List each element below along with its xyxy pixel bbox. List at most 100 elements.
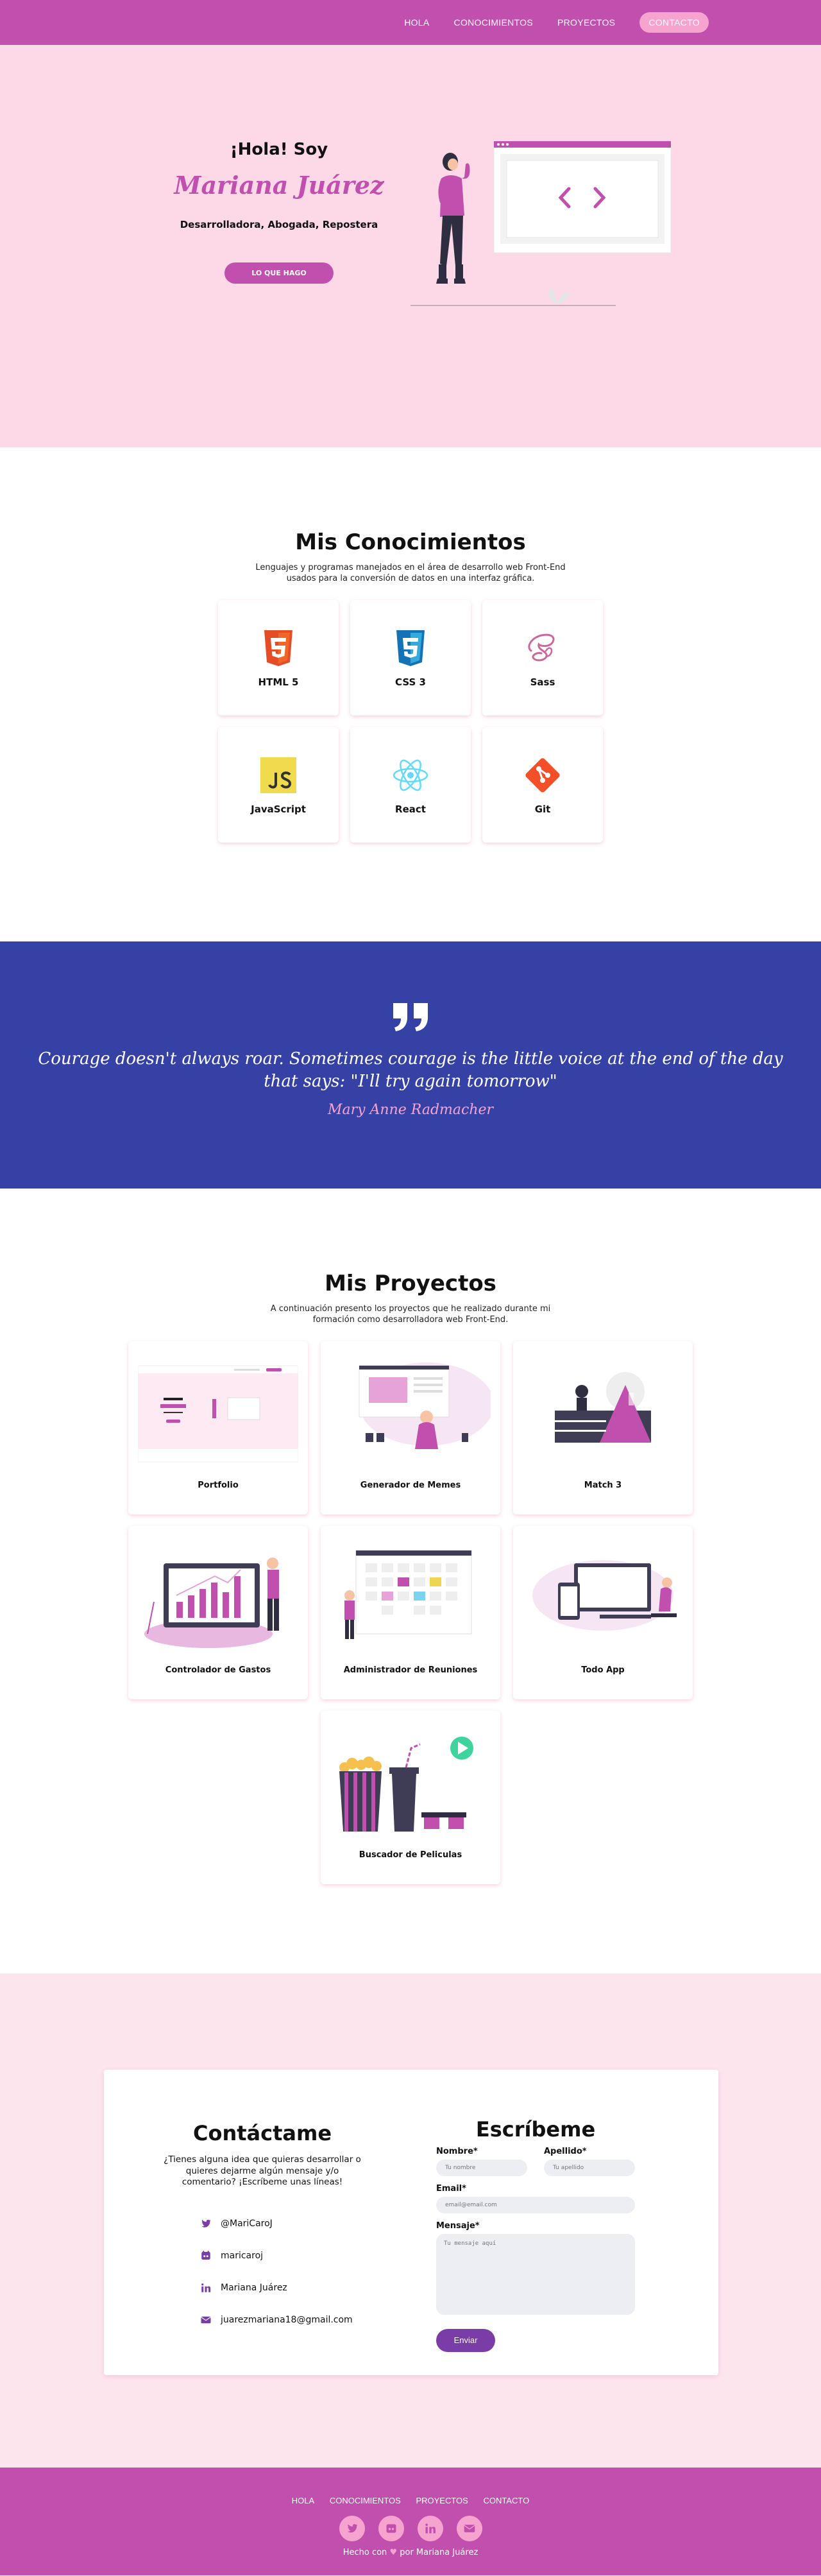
contact-linkedin[interactable]: Mariana Juárez <box>200 2272 362 2304</box>
skills-title: Mis Conocimientos <box>295 529 526 555</box>
sass-icon <box>528 633 555 662</box>
skill-label: CSS 3 <box>395 676 426 688</box>
hero-cta-button[interactable]: LO QUE HAGO <box>224 262 334 284</box>
gastos-thumbnail <box>144 1557 279 1648</box>
projects-section: Mis Proyectos A continuación presento lo… <box>0 1189 821 1973</box>
mail-icon <box>201 2316 211 2323</box>
email-label: Email* <box>436 2184 466 2194</box>
email-input[interactable] <box>436 2197 635 2213</box>
quote-section: Courage doesn't always roar. Sometimes c… <box>0 941 821 1189</box>
project-label: Generador de Memes <box>360 1480 461 1490</box>
footer-link-contacto[interactable]: Contacto <box>483 2496 529 2505</box>
contact-card: Contáctame ¿Tienes alguna idea que quier… <box>104 2070 718 2375</box>
skills-description: Lenguajes y programas manejados en el ár… <box>255 563 566 583</box>
top-navbar: Hola Conocimientos Proyectos Contacto <box>0 0 821 45</box>
footer-github-button[interactable] <box>378 2516 404 2541</box>
heart-icon: ♥ <box>389 2548 398 2557</box>
hero-illustration <box>410 141 672 306</box>
mensaje-label: Mensaje* <box>436 2221 480 2231</box>
peliculas-thumbnail <box>339 1736 473 1832</box>
contact-form: Escríbeme Nombre* Apellido* Email* Mensa… <box>436 2117 635 2352</box>
hero-role: Desarrolladora, Abogada, Repostera <box>180 219 378 230</box>
skill-card-react: React <box>350 726 471 843</box>
hero-greeting: ¡Hola! Soy <box>230 140 328 159</box>
hero-section: ¡Hola! Soy Mariana Juárez Desarrolladora… <box>0 0 821 447</box>
contact-section: Contáctame ¿Tienes alguna idea que quier… <box>0 1973 821 2468</box>
react-icon <box>393 759 428 791</box>
project-card-memes[interactable]: Generador de Memes <box>321 1341 500 1515</box>
github-username: maricaroj <box>221 2250 264 2261</box>
mail-icon <box>463 2525 475 2532</box>
html5-icon <box>264 630 292 666</box>
git-icon <box>525 758 560 793</box>
contact-links: @MariCaroJ maricaroj Mariana Juárez juar… <box>200 2208 362 2336</box>
contact-github[interactable]: maricaroj <box>200 2240 362 2272</box>
projects-grid: Portfolio Generador de Memes Match 3 Con… <box>0 1341 821 1884</box>
todo-thumbnail <box>532 1559 677 1631</box>
project-card-portfolio[interactable]: Portfolio <box>128 1341 308 1515</box>
nav-link-proyectos[interactable]: Proyectos <box>557 17 615 28</box>
footer-twitter-button[interactable] <box>339 2516 365 2541</box>
nav-link-contacto[interactable]: Contacto <box>639 12 709 33</box>
mensaje-textarea[interactable]: Tu mensaje aquí <box>436 2234 635 2315</box>
nombre-label: Nombre* <box>436 2147 478 2156</box>
skill-label: HTML 5 <box>258 676 299 688</box>
project-card-peliculas[interactable]: Buscador de Peliculas <box>321 1710 500 1884</box>
project-label: Buscador de Peliculas <box>359 1850 462 1860</box>
linkedin-icon <box>425 2523 436 2534</box>
nav-link-conocimientos[interactable]: Conocimientos <box>454 17 533 28</box>
footer-mail-button[interactable] <box>456 2516 482 2541</box>
footer-link-hola[interactable]: Hola <box>292 2496 314 2505</box>
skill-label: Git <box>534 803 551 815</box>
contact-email[interactable]: juarezmariana18@gmail.com <box>200 2304 362 2336</box>
twitter-handle: @MariCaroJ <box>221 2218 273 2229</box>
credit-suffix: por Mariana Juárez <box>400 2548 478 2557</box>
project-label: Controlador de Gastos <box>165 1665 271 1675</box>
project-card-todo[interactable]: Todo App <box>513 1525 693 1699</box>
footer-linkedin-button[interactable] <box>417 2516 443 2541</box>
github-icon <box>386 2524 396 2533</box>
skill-card-git: Git <box>482 726 603 843</box>
apellido-input[interactable] <box>544 2160 635 2176</box>
projects-description: A continuación presento los proyectos qu… <box>270 1304 551 1325</box>
portfolio-thumbnail <box>138 1365 298 1463</box>
skills-grid: HTML 5 CSS 3 Sass JavaScript React Git <box>0 599 821 843</box>
footer-links: Hola Conocimientos Proyectos Contacto <box>0 2468 821 2505</box>
project-label: Administrador de Reuniones <box>343 1665 478 1675</box>
match3-thumbnail <box>555 1371 651 1443</box>
contact-info: Contáctame ¿Tienes alguna idea que quier… <box>163 2121 362 2336</box>
project-card-reuniones[interactable]: Administrador de Reuniones <box>321 1525 500 1699</box>
form-title: Escríbeme <box>475 2117 596 2142</box>
quote-mark-icon <box>0 941 821 1044</box>
linkedin-icon <box>201 2283 211 2292</box>
skill-card-html: HTML 5 <box>218 599 339 716</box>
email-address: juarezmariana18@gmail.com <box>221 2314 353 2325</box>
project-label: Portfolio <box>198 1480 239 1490</box>
footer-link-proyectos[interactable]: Proyectos <box>416 2496 468 2505</box>
contact-description: ¿Tienes alguna idea que quieras desarrol… <box>164 2154 361 2188</box>
skills-section: Mis Conocimientos Lenguajes y programas … <box>0 447 821 941</box>
contact-twitter[interactable]: @MariCaroJ <box>200 2208 362 2240</box>
footer-link-conocimientos[interactable]: Conocimientos <box>330 2496 401 2505</box>
footer-credit: Hecho con ♥ por Mariana Juárez <box>0 2548 821 2557</box>
quote-author: Mary Anne Radmacher <box>327 1102 494 1119</box>
nav-link-hola[interactable]: Hola <box>404 17 429 28</box>
project-label: Todo App <box>581 1665 625 1675</box>
github-icon <box>201 2250 210 2260</box>
project-card-match3[interactable]: Match 3 <box>513 1341 693 1515</box>
project-card-gastos[interactable]: Controlador de Gastos <box>128 1525 308 1699</box>
contact-title: Contáctame <box>192 2121 332 2145</box>
skill-card-sass: Sass <box>482 599 603 716</box>
enviar-button[interactable]: Enviar <box>436 2329 495 2352</box>
hero-name: Mariana Juárez <box>174 171 384 200</box>
twitter-icon <box>201 2219 211 2228</box>
apellido-label: Apellido* <box>544 2147 587 2156</box>
apellido-group: Apellido* <box>544 2147 635 2176</box>
footer: Hola Conocimientos Proyectos Contacto He… <box>0 2468 821 2575</box>
hero-text: ¡Hola! Soy Mariana Juárez Desarrolladora… <box>173 140 385 284</box>
nombre-input[interactable] <box>436 2160 527 2176</box>
linkedin-name: Mariana Juárez <box>221 2282 287 2293</box>
projects-title: Mis Proyectos <box>325 1271 496 1296</box>
memes-thumbnail <box>359 1362 491 1449</box>
skill-card-css: CSS 3 <box>350 599 471 716</box>
